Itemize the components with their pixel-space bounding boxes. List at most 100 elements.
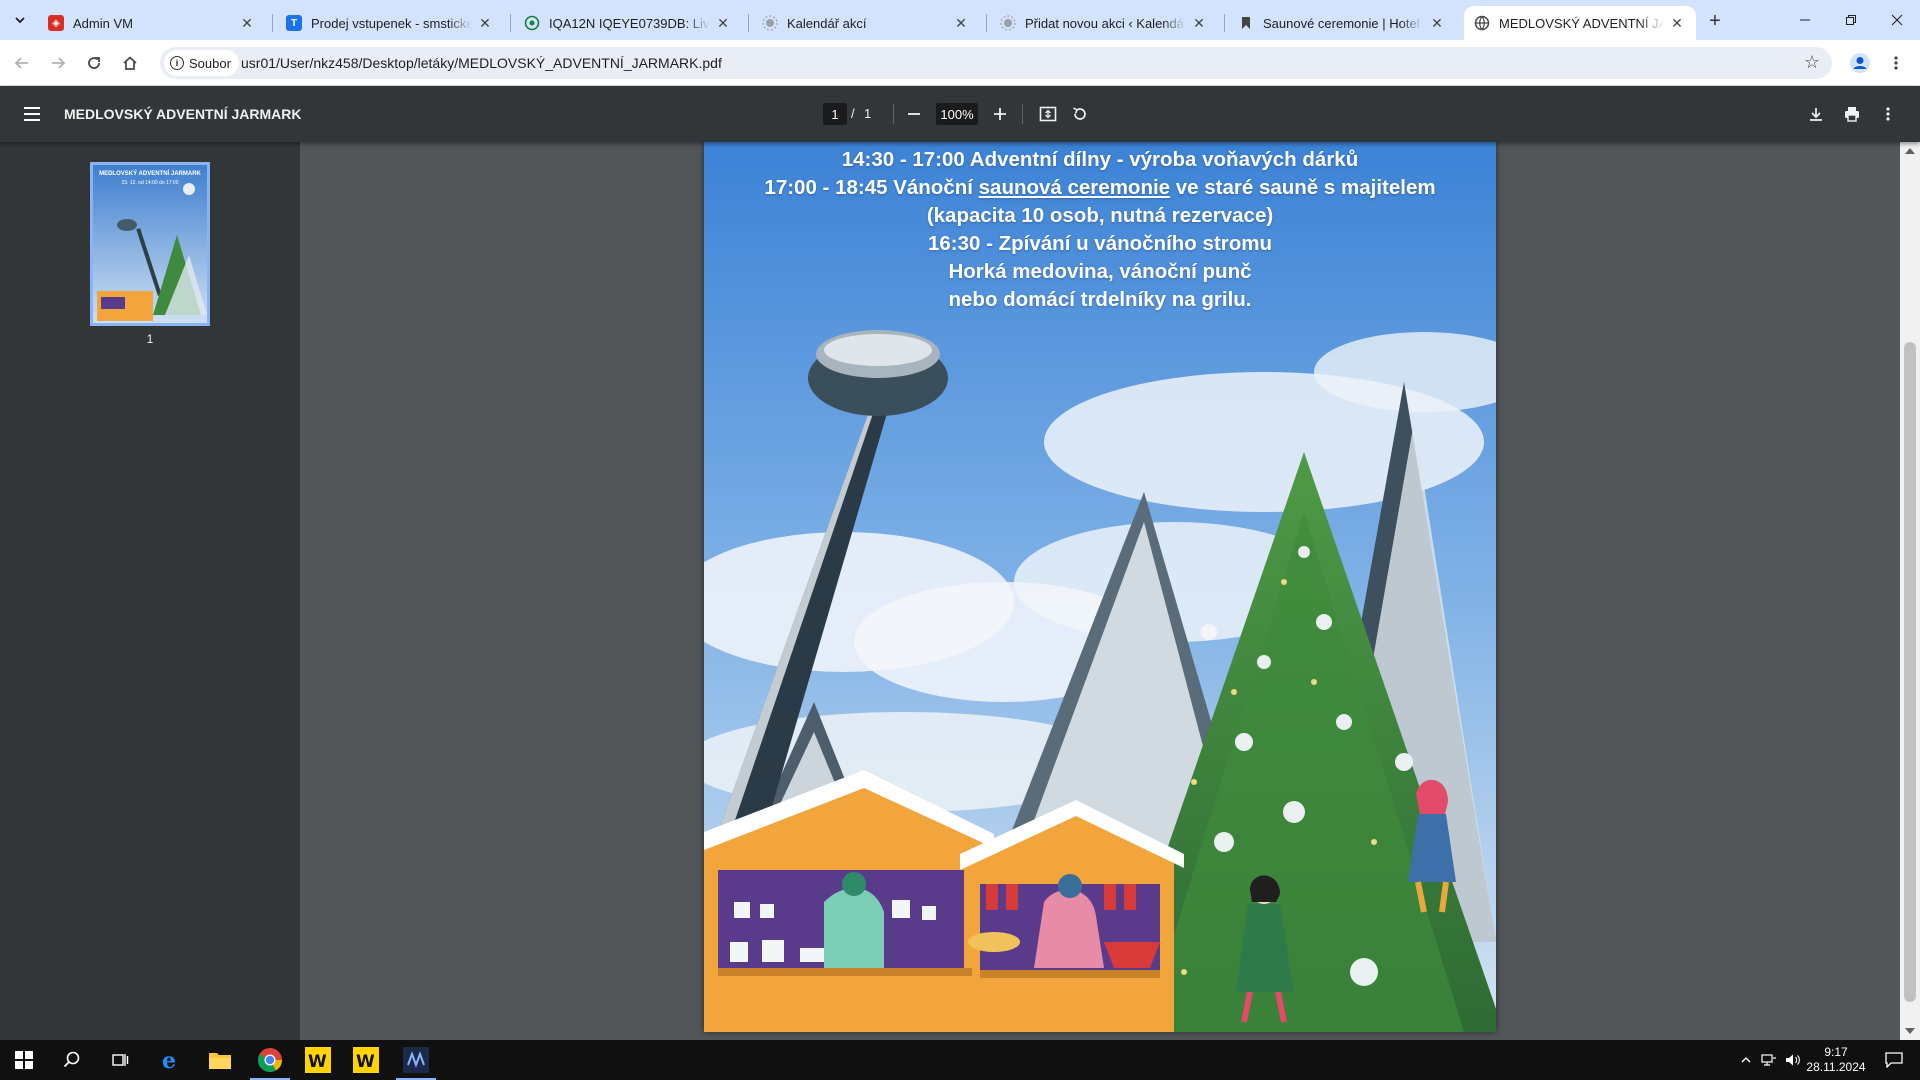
back-button[interactable]	[8, 49, 36, 77]
arrow-left-icon	[14, 57, 28, 69]
windows-logo-icon	[15, 1051, 33, 1069]
new-tab-button[interactable]: +	[1702, 8, 1728, 34]
plus-icon: +	[1709, 9, 1721, 32]
taskbar-chrome[interactable]	[246, 1040, 294, 1080]
profile-button[interactable]	[1846, 49, 1874, 77]
close-icon[interactable]: ✕	[1190, 14, 1208, 32]
tab-pridat-akci[interactable]: Přidat novou akci ‹ Kalendář ak ✕	[990, 6, 1218, 40]
tab-search-button[interactable]	[8, 8, 32, 32]
notifications-button[interactable]	[1874, 1040, 1914, 1080]
program-text: 17:00 - 18:45 Vánoční	[764, 176, 979, 199]
zoom-in-button[interactable]	[986, 100, 1014, 128]
close-icon[interactable]: ✕	[952, 14, 970, 32]
svg-text:e: e	[162, 1048, 176, 1072]
site-info-chip[interactable]: i Soubor	[164, 50, 239, 76]
address-bar[interactable]: i Soubor usr01/User/nkz458/Desktop/leták…	[160, 47, 1832, 79]
tab-separator	[272, 14, 273, 32]
pdf-sidebar-toggle[interactable]	[20, 102, 44, 126]
network-button[interactable]	[1758, 1040, 1780, 1080]
clock-time: 9:17	[1824, 1045, 1848, 1059]
tab-title: Prodej vstupenek - smsticket p	[311, 15, 472, 31]
toolbar-divider	[893, 104, 894, 124]
tab-kalendar-akci[interactable]: Kalendář akcí ✕	[752, 6, 980, 40]
tab-medlovsky-jarmark[interactable]: MEDLOVSKÝ ADVENTNÍ JARMARK ✕	[1464, 6, 1696, 40]
chevron-up-icon	[1741, 1057, 1751, 1063]
tray-overflow-button[interactable]	[1736, 1040, 1756, 1080]
zoom-level-input[interactable]: 100%	[936, 103, 978, 125]
ticket-icon: T	[286, 15, 302, 31]
w-app-icon: W	[305, 1047, 331, 1073]
tab-saunove-ceremonie[interactable]: Saunové ceremonie | Hotel & R ✕	[1228, 6, 1456, 40]
page-thumbnail[interactable]: MEDLOVSKÝ ADVENTNÍ JARMARK 23. 12. od 14…	[90, 162, 210, 326]
tab-iqeye-camera[interactable]: IQA12N IQEYE0739DB: Live Ima ✕	[514, 6, 742, 40]
taskbar-file-explorer[interactable]	[196, 1040, 244, 1080]
arrow-right-icon	[52, 57, 66, 69]
zoom-out-button[interactable]	[900, 100, 928, 128]
tab-title: Kalendář akcí	[787, 15, 867, 31]
more-vertical-icon	[1886, 107, 1890, 121]
scroll-up-arrow[interactable]	[1905, 148, 1915, 154]
tab-separator	[510, 14, 511, 32]
scrollbar-thumb[interactable]	[1904, 342, 1916, 1002]
download-button[interactable]	[1802, 100, 1830, 128]
clock-date: 28.11.2024	[1806, 1060, 1866, 1074]
page-number-input[interactable]: 1	[823, 103, 847, 125]
close-icon[interactable]: ✕	[238, 14, 256, 32]
page-total: 1	[864, 106, 872, 121]
search-icon	[63, 1051, 80, 1068]
sauna-ceremony-link[interactable]: saunová ceremonie	[979, 176, 1170, 199]
taskbar-clock[interactable]: 9:17 28.11.2024	[1800, 1045, 1872, 1075]
minimize-button[interactable]	[1782, 0, 1828, 40]
toolbar-divider	[1022, 104, 1023, 124]
close-icon[interactable]: ✕	[1668, 14, 1686, 32]
reload-icon	[88, 57, 100, 69]
home-button[interactable]	[116, 49, 144, 77]
tab-smsticket[interactable]: T Prodej vstupenek - smsticket p ✕	[276, 6, 504, 40]
home-icon	[123, 56, 137, 70]
tab-separator	[1224, 14, 1225, 32]
browser-menu-button[interactable]	[1882, 49, 1910, 77]
restore-button[interactable]	[1828, 0, 1874, 40]
plus-icon	[994, 108, 1006, 120]
network-icon	[1761, 1054, 1776, 1066]
start-button[interactable]	[0, 1040, 48, 1080]
fit-to-page-button[interactable]	[1034, 100, 1062, 128]
svg-text:W: W	[308, 1052, 327, 1072]
url-text[interactable]: usr01/User/nkz458/Desktop/letáky/MEDLOVS…	[241, 55, 722, 71]
rotate-button[interactable]	[1066, 100, 1094, 128]
tab-admin-vm[interactable]: ◈ Admin VM ✕	[38, 6, 266, 40]
vertical-scrollbar[interactable]	[1900, 142, 1920, 1040]
taskbar-edge-legacy[interactable]: e	[146, 1040, 194, 1080]
thumbnail-title: MEDLOVSKÝ ADVENTNÍ JARMARK	[99, 171, 201, 177]
waveform-app-icon	[403, 1047, 429, 1073]
poster-program-text: 14:30 - 17:00 Adventní dílny - výroba vo…	[704, 146, 1496, 314]
close-icon[interactable]: ✕	[476, 14, 494, 32]
shield-icon: ◈	[48, 15, 64, 31]
taskbar-app-w2[interactable]: W	[342, 1040, 390, 1080]
reload-button[interactable]	[80, 49, 108, 77]
close-icon[interactable]: ✕	[1428, 14, 1446, 32]
folder-icon	[209, 1053, 231, 1069]
windows-taskbar: e W W 9:17 28.11.2024	[0, 1040, 1920, 1080]
scroll-down-arrow[interactable]	[1905, 1028, 1915, 1034]
tab-separator	[748, 14, 749, 32]
program-line-drinks: Horká medovina, vánoční punč	[948, 260, 1252, 283]
print-icon	[1845, 107, 1859, 122]
thumbnail-image	[93, 165, 207, 323]
task-view-button[interactable]	[96, 1040, 144, 1080]
menu-icon-line	[24, 119, 40, 121]
internet-explorer-icon: e	[162, 1048, 176, 1072]
search-button[interactable]	[48, 1040, 96, 1080]
taskbar-app-w1[interactable]: W	[294, 1040, 342, 1080]
more-vertical-icon	[1894, 56, 1898, 70]
taskbar-app-blue[interactable]	[392, 1040, 440, 1080]
program-line-trdelnik: nebo domácí trdelníky na grilu.	[948, 288, 1252, 311]
notification-icon	[1885, 1052, 1903, 1068]
close-icon[interactable]: ✕	[714, 14, 732, 32]
forward-button[interactable]	[44, 49, 72, 77]
print-button[interactable]	[1838, 100, 1866, 128]
close-window-button[interactable]	[1874, 0, 1920, 40]
pdf-more-button[interactable]	[1874, 100, 1902, 128]
pdf-viewer-canvas[interactable]: 14:30 - 17:00 Adventní dílny - výroba vo…	[300, 142, 1900, 1040]
bookmark-star-icon[interactable]: ☆	[1804, 52, 1820, 73]
